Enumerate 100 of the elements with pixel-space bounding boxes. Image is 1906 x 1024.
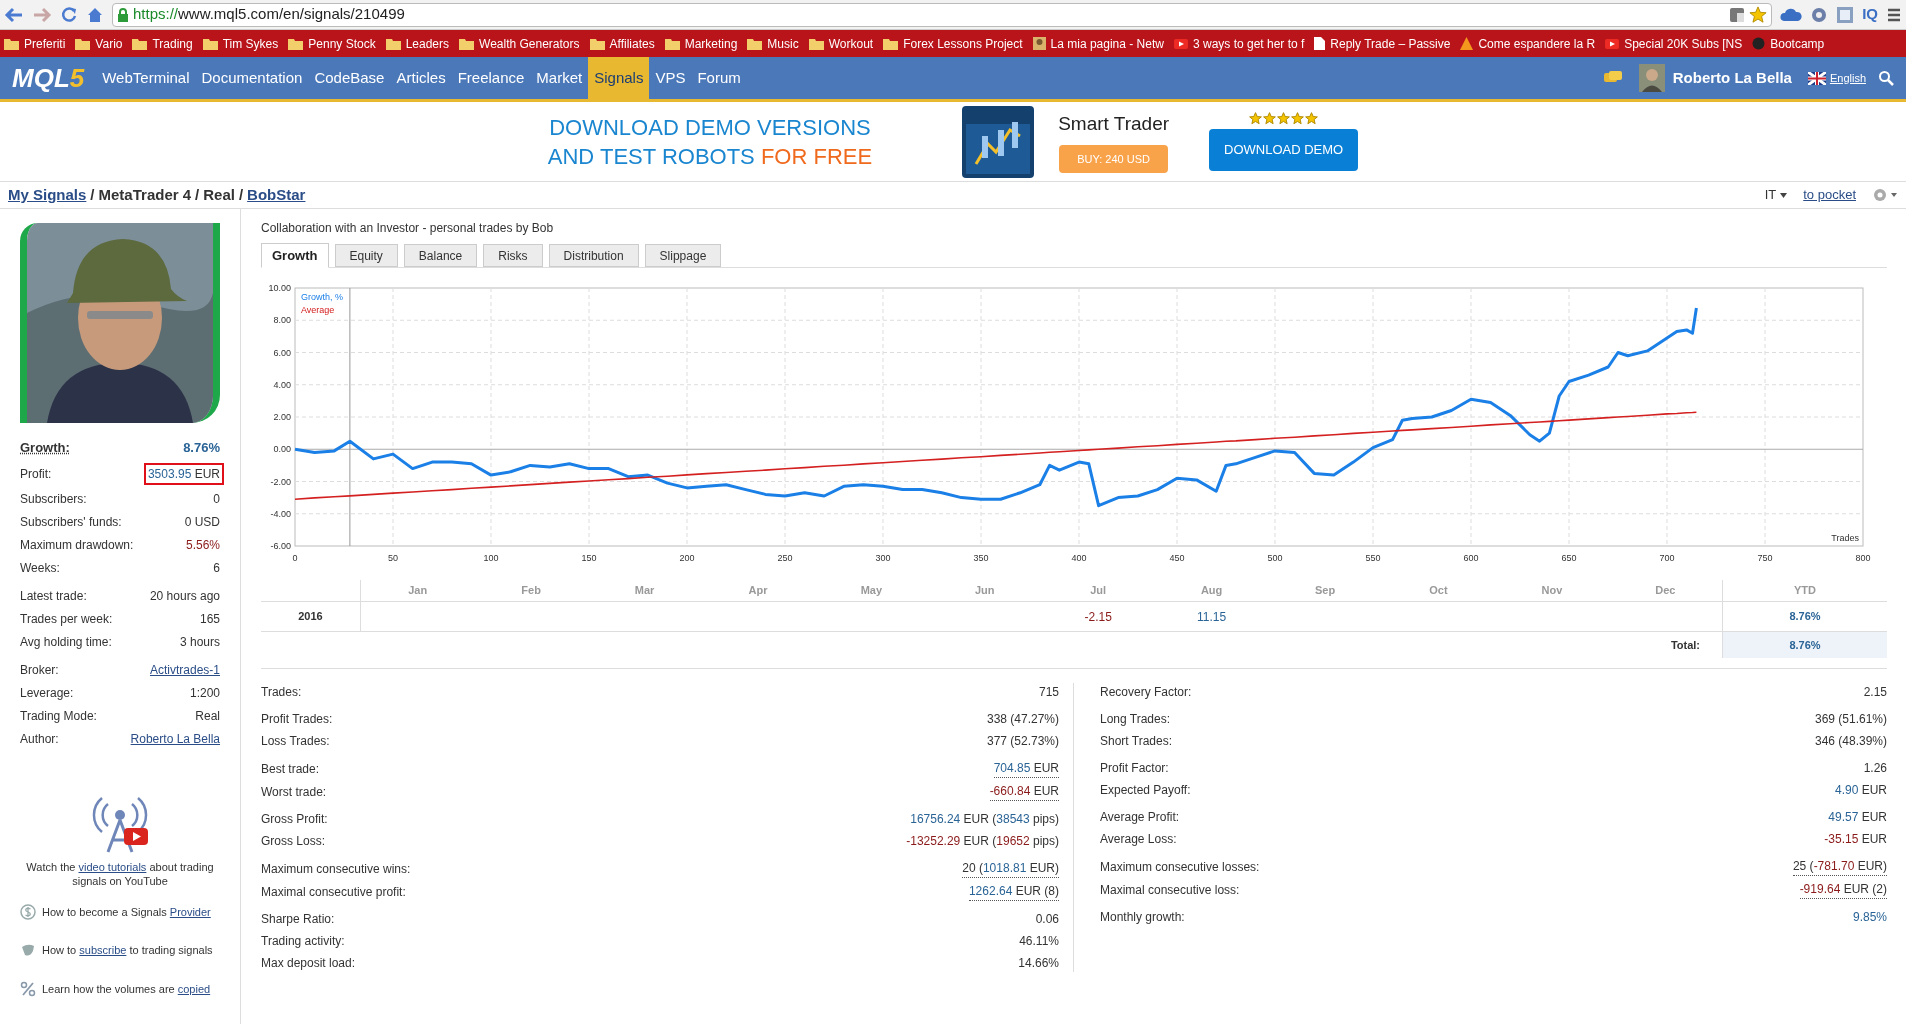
- avatar[interactable]: [1638, 64, 1665, 92]
- column-header: Apr: [747, 583, 769, 599]
- axis-tick-label: -2.00: [270, 476, 291, 487]
- stat-value: 14.66%: [1018, 955, 1059, 972]
- nav-tab[interactable]: Signals: [588, 57, 650, 99]
- flag-icon[interactable]: [1807, 71, 1826, 85]
- chart-tab[interactable]: Growth: [261, 243, 329, 268]
- gear-icon[interactable]: [1810, 5, 1829, 24]
- logo[interactable]: MQL5: [12, 58, 85, 98]
- home-icon[interactable]: [86, 5, 104, 24]
- breadcrumb-separator: /: [238, 184, 244, 205]
- help-link[interactable]: video tutorials: [78, 860, 147, 873]
- folder-icon: [75, 37, 91, 50]
- nav-tab[interactable]: CodeBase: [308, 57, 391, 99]
- axis-tick-label: 6.00: [273, 347, 291, 358]
- back-icon[interactable]: [4, 6, 24, 23]
- bookmark[interactable]: La mia pagina - Netw: [1032, 34, 1164, 53]
- axis-tick-label: 300: [875, 553, 891, 563]
- caret-icon[interactable]: [1780, 192, 1788, 198]
- stat-label: Maximum consecutive wins:: [261, 860, 411, 878]
- product-icon[interactable]: [962, 105, 1035, 178]
- user-name[interactable]: Roberto La Bella: [1672, 66, 1792, 90]
- stat-value: 9.85%: [1852, 909, 1887, 926]
- menu-icon[interactable]: [1886, 6, 1902, 23]
- folder-icon: [747, 37, 763, 50]
- stat-value: 377 (52.73%): [986, 733, 1059, 750]
- axis-tick-label: 0.00: [273, 444, 291, 455]
- stat-label: Recovery Factor:: [1100, 684, 1192, 701]
- translate-icon[interactable]: [1729, 6, 1746, 23]
- cloud-icon[interactable]: [1780, 6, 1803, 23]
- bookmark[interactable]: Workout: [808, 34, 874, 53]
- nav-tab[interactable]: Documentation: [195, 57, 309, 99]
- axis-tick-label: 600: [1463, 553, 1479, 563]
- column-header: Jun: [974, 583, 996, 599]
- bookmark[interactable]: Trading: [132, 34, 193, 53]
- nav-tab[interactable]: Forum: [691, 57, 747, 99]
- nav-tab[interactable]: Articles: [390, 57, 452, 99]
- search-icon[interactable]: [1878, 70, 1894, 86]
- stat-value: 1:200: [189, 684, 220, 702]
- stat-value: 20 hours ago: [149, 587, 220, 605]
- bookmark[interactable]: Wealth Generators: [459, 34, 580, 53]
- bookmark[interactable]: Leaders: [385, 34, 450, 53]
- column-header: Aug: [1199, 583, 1224, 599]
- stat-label: Growth:: [20, 439, 70, 457]
- axis-tick-label: 350: [973, 553, 989, 563]
- extension-icon[interactable]: [1836, 5, 1855, 24]
- bookmark[interactable]: Tim Sykes: [202, 34, 279, 53]
- bookmark[interactable]: Vario: [75, 34, 123, 53]
- nav-tab[interactable]: VPS: [649, 57, 692, 99]
- language-link[interactable]: English: [1829, 69, 1866, 87]
- settings-icon[interactable]: [1872, 187, 1898, 203]
- bookmark[interactable]: 3 ways to get her to f: [1173, 34, 1305, 53]
- stat-link[interactable]: Activtrades-1: [149, 660, 220, 679]
- chart-tab[interactable]: Slippage: [644, 244, 722, 267]
- nav-tab[interactable]: Freelance: [451, 57, 531, 99]
- folder-icon: [459, 37, 475, 50]
- pocket-link[interactable]: to pocket: [1803, 185, 1856, 205]
- bookmark[interactable]: Affiliates: [589, 34, 655, 53]
- bookmark[interactable]: Penny Stock: [288, 34, 376, 53]
- row-header: 2016: [261, 602, 361, 631]
- bookmark[interactable]: Special 20K Subs [NS: [1605, 34, 1743, 53]
- chart-tab[interactable]: Equity: [334, 244, 398, 267]
- bookmark[interactable]: Bootcamp: [1752, 34, 1825, 53]
- nav-tab[interactable]: Market: [530, 57, 589, 99]
- axis-tick-label: 2.00: [273, 412, 291, 422]
- stat-value: 0.06: [1035, 911, 1059, 928]
- star-icon[interactable]: [1749, 5, 1768, 24]
- breadcrumb-link[interactable]: My Signals: [8, 183, 87, 207]
- breadcrumb-link[interactable]: BobStar: [247, 183, 306, 207]
- percent-icon: [20, 980, 36, 997]
- bookmark[interactable]: Preferiti: [4, 34, 66, 53]
- chart-tab[interactable]: Risks: [483, 244, 543, 267]
- bookmark[interactable]: Music: [747, 34, 799, 53]
- stat-label: Avg holding time:: [20, 633, 112, 651]
- help-link[interactable]: copied: [177, 982, 211, 995]
- bookmark[interactable]: Marketing: [664, 34, 738, 53]
- help-link[interactable]: subscribe: [79, 944, 127, 956]
- help-link[interactable]: Provider: [169, 905, 211, 918]
- bookmark[interactable]: Reply Trade – Passive: [1314, 34, 1451, 53]
- reload-icon[interactable]: [60, 5, 78, 24]
- stat-value: 16756.24 EUR (38543 pips): [910, 811, 1059, 828]
- stat-value: 20 (1018.81 EUR): [962, 859, 1059, 878]
- column-header: Feb: [520, 583, 542, 599]
- extension-button[interactable]: IQ: [1862, 3, 1878, 26]
- nav-tab[interactable]: WebTerminal: [96, 57, 196, 99]
- stat-link[interactable]: Roberto La Bella: [130, 729, 220, 748]
- bookmark[interactable]: Come espandere la R: [1460, 34, 1596, 53]
- column-header: Jan: [407, 583, 429, 599]
- bookmark[interactable]: Forex Lessons Project: [883, 34, 1023, 53]
- product-name[interactable]: Smart Trader: [1058, 110, 1170, 139]
- column-header: YTD: [1722, 580, 1887, 601]
- language-dropdown[interactable]: IT: [1764, 185, 1777, 205]
- address-bar[interactable]: https://www.mql5.com/en/signals/210499: [112, 2, 1773, 27]
- chart-tab[interactable]: Balance: [403, 244, 478, 267]
- download-demo-button[interactable]: DOWNLOAD DEMO: [1209, 129, 1359, 171]
- folder-icon: [4, 37, 19, 50]
- table-cell: 8.76%: [1722, 602, 1887, 631]
- stat-value: 8.76%: [183, 439, 220, 457]
- axis-tick-label: 150: [581, 553, 597, 563]
- chart-tab[interactable]: Distribution: [548, 244, 639, 267]
